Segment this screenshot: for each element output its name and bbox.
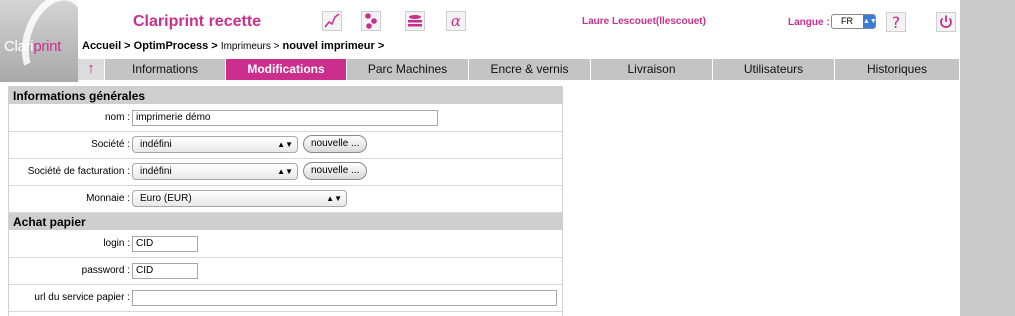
user-name: Laure Lescouet(llescouet) bbox=[582, 16, 706, 27]
row-societe: Société : indéfini ▲▼ nouvelle ... bbox=[9, 132, 562, 159]
nom-field[interactable]: imprimerie démo bbox=[132, 110, 438, 126]
societe-label: Société : bbox=[91, 139, 130, 150]
societe-facturation-label: Société de facturation : bbox=[27, 166, 130, 177]
password-field[interactable]: CID bbox=[132, 263, 198, 279]
monnaie-value: Euro (EUR) bbox=[140, 193, 192, 204]
row-url-papier: url du service papier : bbox=[9, 285, 562, 312]
help-icon[interactable]: ? bbox=[886, 12, 906, 32]
chart-icon[interactable] bbox=[322, 11, 342, 31]
societe-facturation-value: indéfini bbox=[140, 166, 172, 177]
page: Clariprint Clariprint recette α Laure Le… bbox=[0, 0, 960, 316]
tab-parc-machines[interactable]: Parc Machines bbox=[347, 59, 469, 80]
row-password: password : CID bbox=[9, 258, 562, 285]
printer-form: Informations générales nom : imprimerie … bbox=[8, 86, 563, 316]
row-login: login : CID bbox=[9, 231, 562, 258]
up-arrow-icon[interactable]: ↑ bbox=[78, 59, 104, 80]
hierarchy-icon[interactable] bbox=[361, 11, 381, 31]
nouvelle-societe-button[interactable]: nouvelle ... bbox=[303, 135, 368, 153]
breadcrumb-optimprocess[interactable]: OptimProcess > bbox=[134, 40, 218, 52]
alpha-icon[interactable]: α bbox=[446, 11, 466, 31]
power-icon[interactable] bbox=[936, 12, 956, 32]
societe-value: indéfini bbox=[140, 139, 172, 150]
password-label: password : bbox=[81, 265, 130, 276]
tab-historiques[interactable]: Historiques bbox=[835, 59, 960, 80]
societe-facturation-select[interactable]: indéfini ▲▼ bbox=[132, 163, 298, 180]
language-select[interactable]: FR ▲▼ bbox=[831, 14, 877, 29]
row-nom: nom : imprimerie démo bbox=[9, 105, 562, 132]
monnaie-label: Monnaie : bbox=[86, 193, 130, 204]
tab-modifications[interactable]: Modifications bbox=[226, 59, 347, 80]
url-papier-label: url du service papier : bbox=[34, 292, 130, 303]
breadcrumb-accueil[interactable]: Accueil > bbox=[82, 40, 131, 52]
printer-stack-icon[interactable] bbox=[405, 11, 425, 31]
row-societe-facturation: Société de facturation : indéfini ▲▼ nou… bbox=[9, 159, 562, 186]
login-field[interactable]: CID bbox=[132, 236, 198, 252]
breadcrumb: Accueil > OptimProcess > Imprimeurs > no… bbox=[82, 40, 384, 52]
tab-informations[interactable]: Informations bbox=[105, 59, 226, 80]
tab-encre-vernis[interactable]: Encre & vernis bbox=[469, 59, 591, 80]
svg-text:α: α bbox=[451, 12, 461, 30]
logo-text: Clariprint bbox=[4, 38, 62, 55]
select-arrows-icon: ▲▼ bbox=[277, 140, 293, 149]
nom-label: nom : bbox=[104, 112, 130, 123]
tab-livraison[interactable]: Livraison bbox=[591, 59, 713, 80]
login-label: login : bbox=[103, 238, 130, 249]
nouvelle-societe-facturation-button[interactable]: nouvelle ... bbox=[303, 162, 368, 180]
breadcrumb-imprimeurs[interactable]: Imprimeurs > bbox=[221, 41, 280, 52]
language-label: Langue : bbox=[788, 17, 830, 28]
row-monnaie: Monnaie : Euro (EUR) ▲▼ bbox=[9, 186, 562, 213]
monnaie-select[interactable]: Euro (EUR) ▲▼ bbox=[132, 190, 347, 207]
select-arrows-icon: ▲▼ bbox=[326, 194, 342, 203]
url-papier-field[interactable] bbox=[132, 290, 557, 306]
clariprint-logo[interactable]: Clariprint bbox=[0, 0, 78, 82]
tab-bar: ↑ Informations Modifications Parc Machin… bbox=[78, 59, 960, 80]
select-arrows-icon: ▲▼ bbox=[863, 15, 877, 28]
app-title: Clariprint recette bbox=[133, 13, 262, 30]
section-header-general: Informations générales bbox=[9, 87, 562, 105]
help-glyph: ? bbox=[892, 13, 901, 32]
section-header-papier: Achat papier bbox=[9, 213, 562, 231]
language-value: FR bbox=[841, 16, 853, 26]
societe-select[interactable]: indéfini ▲▼ bbox=[132, 136, 298, 153]
tab-utilisateurs[interactable]: Utilisateurs bbox=[713, 59, 835, 80]
breadcrumb-current: nouvel imprimeur > bbox=[282, 40, 385, 52]
select-arrows-icon: ▲▼ bbox=[277, 167, 293, 176]
